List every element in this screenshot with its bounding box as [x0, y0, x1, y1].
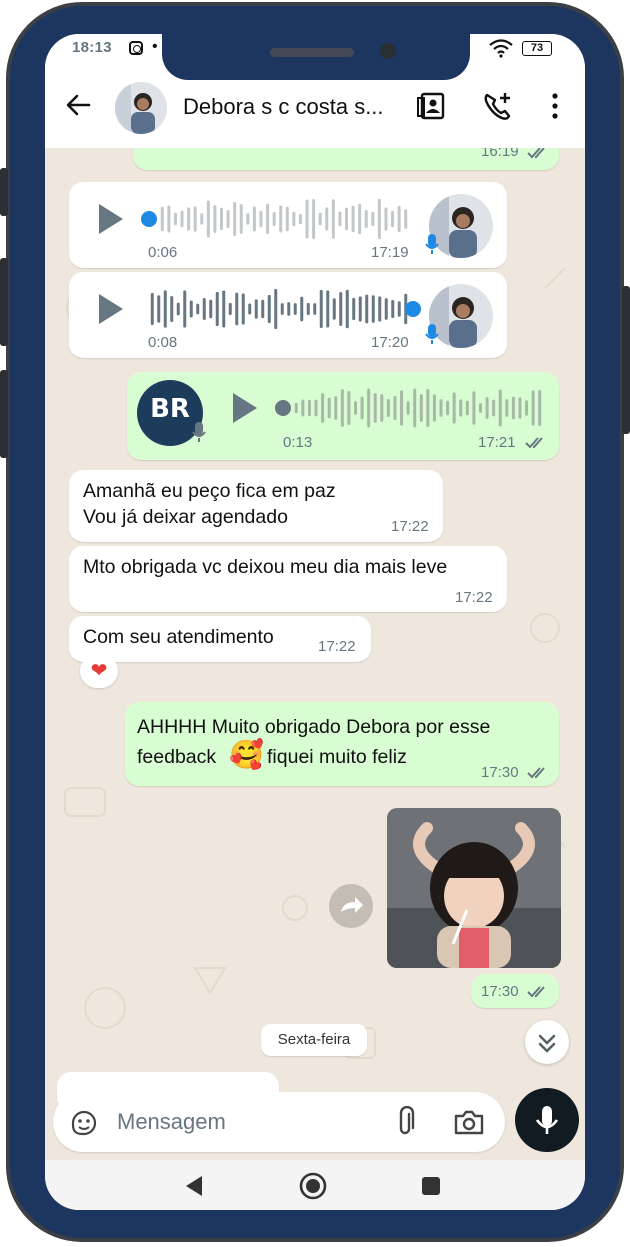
double-check-icon: [525, 437, 543, 449]
voice-message-incoming[interactable]: 0:06 17:19: [69, 182, 507, 268]
image-time-bubble: 17:30: [471, 974, 559, 1008]
camera-notch: [162, 30, 470, 80]
message-text: Com seu atendimento: [83, 626, 274, 648]
attach-icon[interactable]: [393, 1106, 417, 1138]
voice-progress-handle[interactable]: [275, 400, 291, 416]
voice-record-button[interactable]: [515, 1088, 579, 1152]
speaker-grille: [270, 48, 354, 57]
message-time: 17:20: [371, 334, 409, 351]
image-message[interactable]: [387, 808, 561, 968]
status-time: 18:13: [72, 39, 112, 56]
message-time: 17:19: [371, 244, 409, 261]
message-text: Mto obrigada vc deixou meu dia mais leve: [83, 556, 448, 578]
system-nav-bar: [45, 1160, 585, 1210]
contacts-book-icon[interactable]: [415, 90, 447, 122]
message-time: 17:30: [481, 983, 519, 1000]
play-icon[interactable]: [233, 393, 257, 423]
message-text: Amanhã eu peço fica em paz: [83, 480, 336, 502]
microphone-icon: [425, 234, 439, 254]
message-bubble-outgoing[interactable]: 16:19: [133, 148, 559, 170]
chat-area[interactable]: 16:19 0:06 17:19 0:08 17:20 BR 0:13 17:2…: [45, 148, 585, 1108]
message-text: Vou já deixar agendado: [83, 506, 288, 528]
message-bubble-incoming[interactable]: Com seu atendimento 17:22: [69, 616, 371, 662]
phone-side-button: [0, 168, 8, 216]
message-input-placeholder[interactable]: Mensagem: [117, 1109, 226, 1135]
nav-recents-icon[interactable]: [421, 1176, 441, 1196]
double-check-icon: [527, 148, 545, 159]
voice-message-incoming[interactable]: 0:08 17:20: [69, 272, 507, 358]
chevron-double-down-icon: [538, 1034, 556, 1053]
message-bubble-outgoing[interactable]: AHHHH Muito obrigado Debora por esse fee…: [125, 702, 559, 786]
play-icon[interactable]: [99, 294, 123, 324]
nav-home-icon[interactable]: [298, 1171, 328, 1201]
phone-side-button: [0, 258, 8, 346]
message-time: 17:21: [478, 434, 516, 451]
message-time: 17:22: [391, 518, 429, 535]
message-time: 17:30: [481, 764, 519, 781]
phone-side-button: [0, 370, 8, 458]
message-text: AHHHH Muito obrigado Debora por esse: [137, 716, 491, 738]
microphone-icon: [425, 324, 439, 344]
forward-icon: [341, 897, 363, 913]
message-time: 17:22: [455, 589, 493, 606]
notification-dot-icon: •: [152, 38, 158, 55]
microphone-icon: [535, 1106, 559, 1134]
message-composer[interactable]: Mensagem: [53, 1092, 505, 1152]
double-check-icon: [527, 986, 545, 998]
voice-waveform: [150, 288, 408, 330]
message-time: 16:19: [481, 148, 519, 160]
instagram-icon: [129, 41, 143, 55]
add-call-icon[interactable]: [481, 90, 513, 122]
contact-avatar[interactable]: [115, 82, 167, 134]
voice-progress-handle[interactable]: [141, 211, 157, 227]
back-arrow-icon[interactable]: [63, 90, 93, 120]
voice-duration: 0:06: [148, 244, 178, 261]
voice-message-outgoing[interactable]: BR 0:13 17:21: [127, 372, 559, 460]
wifi-icon: [489, 39, 513, 58]
message-bubble-incoming[interactable]: Mto obrigada vc deixou meu dia mais leve…: [69, 546, 507, 612]
voice-waveform: [160, 198, 408, 240]
message-time: 17:22: [318, 638, 356, 655]
battery-icon: 73: [522, 41, 552, 56]
front-camera: [380, 43, 396, 59]
phone-side-button: [622, 286, 630, 434]
nav-back-icon[interactable]: [183, 1174, 205, 1198]
phone-screen: 16:19 0:06 17:19 0:08 17:20 BR 0:13 17:2…: [45, 34, 585, 1210]
voice-duration: 0:13: [283, 434, 313, 451]
camera-icon[interactable]: [453, 1108, 485, 1136]
message-text: fiquei muito feliz: [267, 746, 407, 768]
double-check-icon: [527, 767, 545, 779]
date-separator: Sexta-feira: [261, 1024, 367, 1056]
voice-progress-handle[interactable]: [405, 301, 421, 317]
more-vertical-icon[interactable]: [539, 90, 571, 122]
play-icon[interactable]: [99, 204, 123, 234]
smiling-hearts-emoji: 🥰: [229, 739, 264, 770]
contact-name[interactable]: Debora s c costa s...: [183, 94, 403, 120]
microphone-icon: [192, 422, 206, 442]
heart-reaction[interactable]: ❤: [80, 654, 118, 688]
voice-duration: 0:08: [148, 334, 178, 351]
forward-button[interactable]: [329, 884, 373, 928]
scroll-to-bottom-button[interactable]: [525, 1020, 569, 1064]
voice-waveform: [294, 388, 542, 428]
message-bubble-incoming[interactable]: Amanhã eu peço fica em paz Vou já deixar…: [69, 470, 443, 542]
message-text: feedback: [137, 746, 217, 768]
sticker-icon[interactable]: [69, 1108, 99, 1138]
